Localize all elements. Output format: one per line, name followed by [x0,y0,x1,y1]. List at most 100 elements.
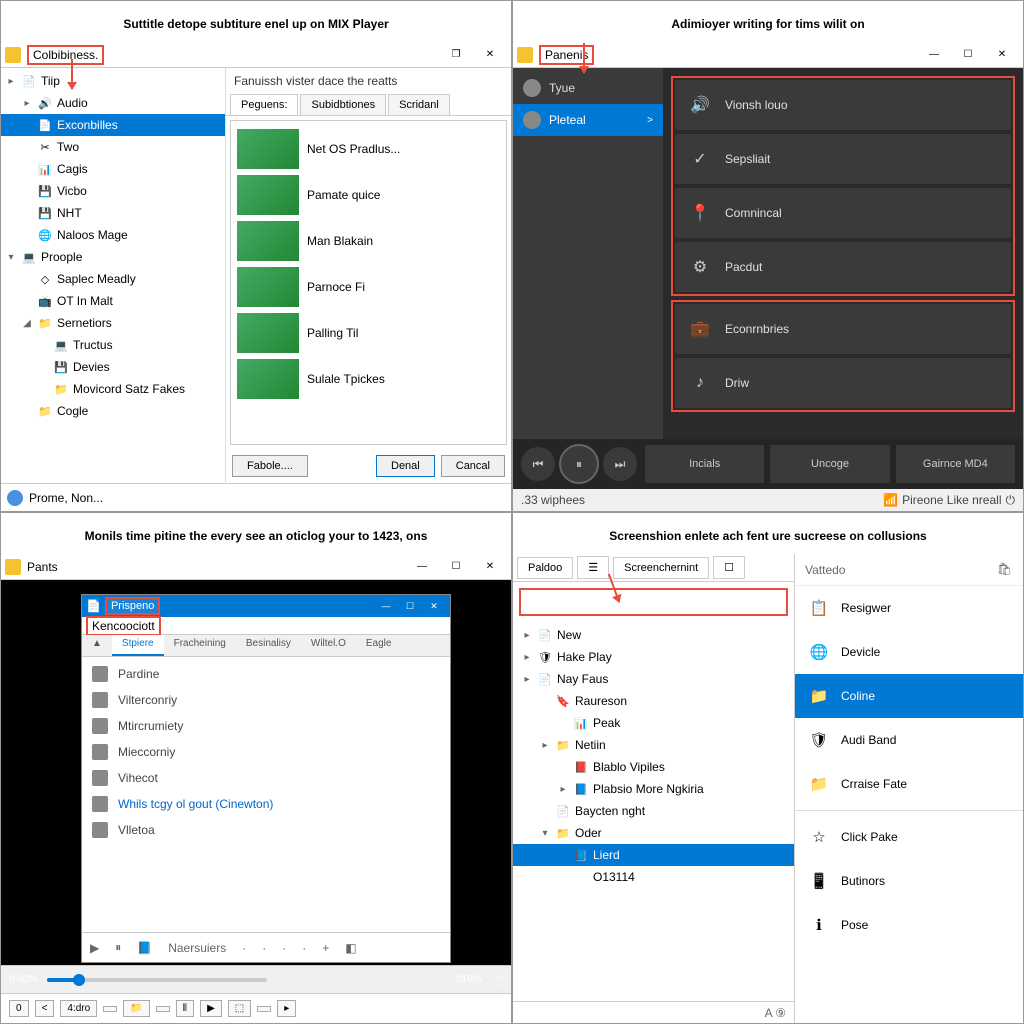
menu-item[interactable]: ♪Driw [675,358,1011,408]
bbar-item[interactable]: · [282,941,286,955]
toolbar-button[interactable]: 4:dro [60,1000,97,1017]
tree-node[interactable]: 💻Tructus [1,334,225,356]
tree-node[interactable]: 📁Movicord Satz Fakes [1,378,225,400]
list-row[interactable]: Pardine [82,661,450,687]
bbar-item[interactable]: 📘 [137,941,152,955]
bag-icon[interactable]: 🛍 [997,562,1013,578]
play-button[interactable]: ⏸ [559,444,599,484]
tab[interactable]: ▲ [82,635,112,656]
bbar-item[interactable]: · [242,941,246,955]
inner-max[interactable]: ☐ [398,597,422,615]
list-item[interactable]: Pamate quice [237,173,500,217]
toolbar-button[interactable]: ⬚ [228,1000,251,1017]
list-item[interactable]: Man Blakain [237,219,500,263]
prev-button[interactable]: ⏮ [521,447,555,481]
list-item[interactable]: ℹPose [795,903,1023,947]
tree-node[interactable]: 🔖Raureson [513,690,794,712]
toolbar-button[interactable]: 0 [9,1000,29,1017]
tree-node[interactable]: 📘Lierd [513,844,794,866]
toolbar-button[interactable]: < [35,1000,55,1017]
toolbar-button[interactable] [103,1006,117,1012]
control-button[interactable]: Gairnce MD4 [896,445,1015,483]
bbar-item[interactable]: Naersuiers [168,941,226,955]
next-button[interactable]: ⏭ [603,447,637,481]
list-item[interactable]: Parnoce Fi [237,265,500,309]
bbar-item[interactable]: + [322,941,329,955]
bbar-item[interactable]: ⏸ [115,940,121,955]
tree-node[interactable]: 📺OT In Malt [1,290,225,312]
list-row[interactable]: Vlletoa [82,817,450,843]
list-item[interactable]: 🌐Devicle [795,630,1023,674]
tree-node[interactable]: ◇Saplec Meadly [1,268,225,290]
toolbar-button[interactable]: ⦀ [176,1000,194,1017]
progress-slider[interactable] [47,978,267,982]
control-button[interactable]: Incials [645,445,764,483]
bbar-item[interactable]: · [302,941,306,955]
list-row[interactable]: Vihecot [82,765,450,791]
control-button[interactable]: Uncoge [770,445,889,483]
right-list[interactable]: 📋Resigwer🌐Devicle📁Coline🛡Audi Band📁Crrai… [795,586,1023,1023]
tree-node[interactable]: ▸🔊Audio [1,92,225,114]
menu-item[interactable]: 💼Econrnbries [675,304,1011,354]
toolbar-button[interactable] [156,1006,170,1012]
tab[interactable]: ☰ [577,556,609,579]
maximize-button[interactable]: ☐ [439,556,473,578]
tab[interactable]: Paldoo [517,557,573,579]
tab[interactable]: Peguens: [230,94,298,115]
item-list[interactable]: Net OS Pradlus...Pamate quiceMan Blakain… [230,120,507,445]
tree-node[interactable]: 📕Blablo Vipiles [513,756,794,778]
menu-item[interactable]: ✓Sepsliait [675,134,1011,184]
toolbar-button[interactable]: ▶ [200,1000,222,1017]
tab[interactable]: Subidbtiones [300,94,386,115]
list-row[interactable]: Mieccorniy [82,739,450,765]
tree-node[interactable]: ▾📁Oder [513,822,794,844]
close-button[interactable]: ✕ [473,44,507,66]
tree-node[interactable]: ✂Two [1,136,225,158]
list-row[interactable]: Mtircrumiety [82,713,450,739]
bbar-item[interactable]: ▶ [90,941,99,955]
tree-node[interactable]: 📊Cagis [1,158,225,180]
tree-node[interactable]: 🌐Naloos Mage [1,224,225,246]
nav-tree[interactable]: ▸📄New▸🛡Hake Play▸📄Nay Faus🔖Raureson📊Peak… [513,622,794,1001]
inner-list[interactable]: PardineVilterconriyMtircrumietyMieccorni… [82,657,450,932]
list-item[interactable]: ☆Click Pake [795,815,1023,859]
menu-item[interactable]: ⚙Pacdut [675,242,1011,292]
minimize-button[interactable]: — [917,44,951,66]
tab[interactable]: Stpiere [112,635,164,656]
bbar-item[interactable]: ◧ [345,941,356,955]
list-row[interactable]: Whils tcgy ol gout (Cinewton) [82,791,450,817]
inner-min[interactable]: — [374,597,398,615]
restore-button[interactable]: ❐ [439,44,473,66]
tab[interactable]: Besinalisy [236,635,301,656]
tree-node[interactable]: ▸📄New [513,624,794,646]
tab[interactable]: Screenchernint [613,557,709,579]
tree-node[interactable]: ▸📘Plabsio More Ngkiria [513,778,794,800]
tree-node[interactable]: 💾NHT [1,202,225,224]
list-item[interactable]: 📋Resigwer [795,586,1023,630]
list-item[interactable]: Palling Til [237,311,500,355]
toolbar-button[interactable]: ▸ [277,1000,296,1017]
menu-item[interactable]: 🔊Vionsh louo [675,80,1011,130]
close-button[interactable]: ✕ [473,556,507,578]
bbar-item[interactable]: · [262,941,266,955]
cc-icon[interactable]: ⬚ [492,973,503,987]
tab[interactable]: ☐ [713,556,745,579]
toolbar-button[interactable] [257,1006,271,1012]
sidebar-item[interactable]: Pleteal> [513,104,663,136]
tree-node[interactable]: ◢📁Sernetiors [1,312,225,334]
tree-node[interactable]: ▸🛡Hake Play [513,646,794,668]
tree-node[interactable]: 📁Cogle [1,400,225,422]
toolbar-button[interactable]: 📁 [123,1000,149,1017]
inner-close[interactable]: ✕ [422,597,446,615]
list-item[interactable]: Sulale Tpickes [237,357,500,401]
tab[interactable]: Wiltel.O [301,635,356,656]
tab[interactable]: Fracheining [164,635,236,656]
tree-node[interactable]: ▸📄Tiip [1,70,225,92]
list-row[interactable]: Vilterconriy [82,687,450,713]
maximize-button[interactable]: ☐ [951,44,985,66]
tree-node[interactable]: 📄Baycten nght [513,800,794,822]
minimize-button[interactable]: — [405,556,439,578]
tab[interactable]: Scridanl [388,94,450,115]
tree-node[interactable]: 📊Peak [513,712,794,734]
list-item[interactable]: 📁Coline [795,674,1023,718]
